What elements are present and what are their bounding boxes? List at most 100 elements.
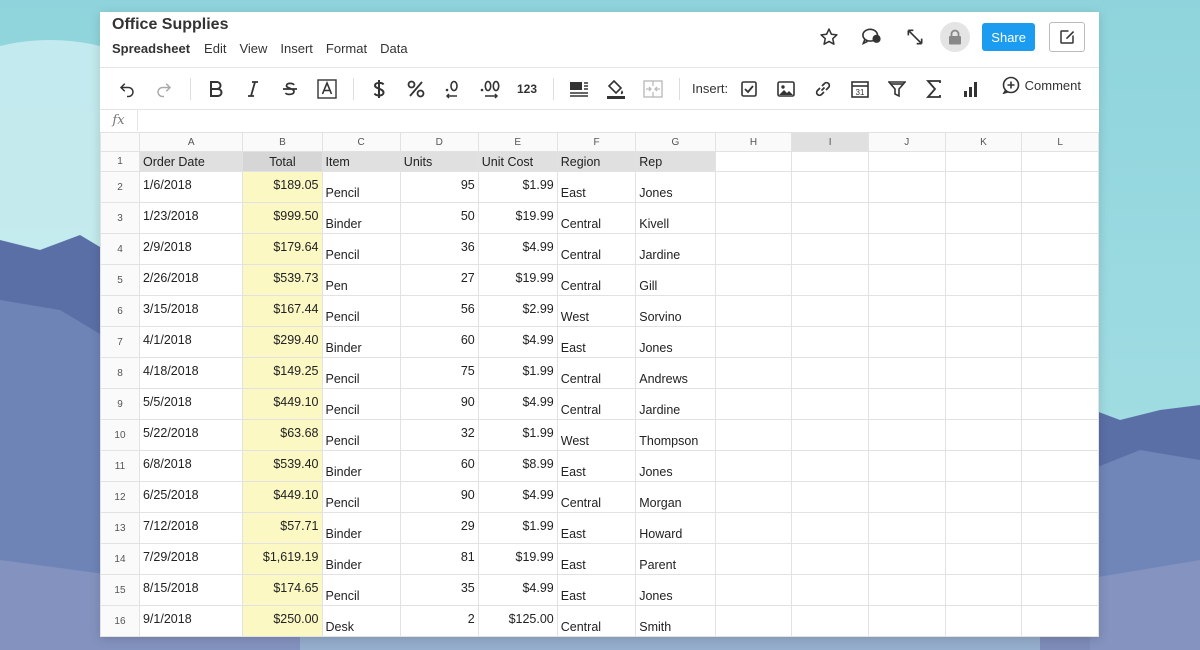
cell[interactable]: Pencil xyxy=(321,388,401,420)
column-header-i[interactable]: I xyxy=(791,132,869,152)
empty-cell[interactable] xyxy=(791,264,869,296)
empty-cell[interactable] xyxy=(944,357,1023,389)
empty-cell[interactable] xyxy=(791,450,869,482)
cell[interactable]: $57.71 xyxy=(242,512,323,544)
empty-cell[interactable] xyxy=(1021,357,1099,389)
cell[interactable]: 5/5/2018 xyxy=(138,388,244,420)
cell[interactable]: 1/23/2018 xyxy=(138,202,244,234)
empty-cell[interactable] xyxy=(714,388,793,420)
empty-cell[interactable] xyxy=(791,388,869,420)
cell[interactable]: West xyxy=(556,295,637,327)
cell[interactable]: Central xyxy=(556,357,637,389)
empty-cell[interactable] xyxy=(944,264,1023,296)
cell[interactable]: 2/9/2018 xyxy=(138,233,244,265)
cell[interactable]: Jones xyxy=(635,450,716,482)
comment-button[interactable]: Comment xyxy=(1002,76,1081,94)
italic-icon[interactable] xyxy=(240,76,266,102)
empty-cell[interactable] xyxy=(867,295,946,327)
checkbox-icon[interactable] xyxy=(736,76,762,102)
cell[interactable]: Central xyxy=(556,233,637,265)
row-number[interactable]: 13 xyxy=(100,512,140,544)
empty-cell[interactable] xyxy=(1021,171,1099,203)
empty-cell[interactable] xyxy=(944,233,1023,265)
cell[interactable]: Pen xyxy=(321,264,401,296)
empty-cell[interactable] xyxy=(714,295,793,327)
chat-icon[interactable] xyxy=(859,24,885,50)
empty-cell[interactable] xyxy=(867,512,946,544)
cell[interactable]: 9/1/2018 xyxy=(138,605,244,637)
cell[interactable]: East xyxy=(556,450,637,482)
cell[interactable]: 7/12/2018 xyxy=(138,512,244,544)
cell[interactable]: $4.99 xyxy=(477,574,558,606)
empty-cell[interactable] xyxy=(867,264,946,296)
cell[interactable]: East xyxy=(556,543,637,575)
row-number[interactable]: 15 xyxy=(100,574,140,606)
cell[interactable]: Pencil xyxy=(321,481,401,513)
menu-spreadsheet[interactable]: Spreadsheet xyxy=(112,41,190,56)
cell[interactable]: Binder xyxy=(321,450,401,482)
cell[interactable]: Smith xyxy=(635,605,716,637)
empty-cell[interactable] xyxy=(944,419,1023,451)
empty-cell[interactable] xyxy=(714,233,793,265)
cell[interactable]: $4.99 xyxy=(477,481,558,513)
empty-cell[interactable] xyxy=(867,388,946,420)
cell[interactable]: 60 xyxy=(399,326,479,358)
cell[interactable]: $999.50 xyxy=(242,202,323,234)
column-header-k[interactable]: K xyxy=(944,132,1023,152)
cell[interactable]: Howard xyxy=(635,512,716,544)
cell[interactable]: $1.99 xyxy=(477,171,558,203)
cell[interactable]: Pencil xyxy=(321,419,401,451)
cell[interactable]: Central xyxy=(556,264,637,296)
row-number[interactable]: 10 xyxy=(100,419,140,451)
empty-cell[interactable] xyxy=(944,574,1023,606)
empty-cell[interactable] xyxy=(1021,450,1099,482)
cell[interactable]: $4.99 xyxy=(477,233,558,265)
cell[interactable]: Pencil xyxy=(321,171,401,203)
currency-icon[interactable] xyxy=(366,76,392,102)
cell[interactable]: Central xyxy=(556,605,637,637)
empty-cell[interactable] xyxy=(714,202,793,234)
cell[interactable]: East xyxy=(556,574,637,606)
menu-edit[interactable]: Edit xyxy=(204,41,226,56)
column-header-b[interactable]: B xyxy=(242,132,323,152)
empty-cell[interactable] xyxy=(1021,264,1099,296)
increase-decimal-icon[interactable] xyxy=(477,76,503,102)
empty-cell[interactable] xyxy=(944,326,1023,358)
row-number[interactable]: 9 xyxy=(100,388,140,420)
cell[interactable]: Morgan xyxy=(635,481,716,513)
cell[interactable]: $1.99 xyxy=(477,512,558,544)
decrease-decimal-icon[interactable] xyxy=(440,76,466,102)
cell[interactable]: $8.99 xyxy=(477,450,558,482)
corner-cell[interactable] xyxy=(100,132,140,152)
empty-cell[interactable] xyxy=(791,543,869,575)
cell[interactable]: 6/8/2018 xyxy=(138,450,244,482)
empty-cell[interactable] xyxy=(1021,481,1099,513)
edit-button[interactable] xyxy=(1049,22,1085,52)
percent-icon[interactable] xyxy=(403,76,429,102)
cell[interactable]: 2 xyxy=(399,605,479,637)
empty-cell[interactable] xyxy=(714,357,793,389)
cell[interactable]: Gill xyxy=(635,264,716,296)
cell[interactable]: Binder xyxy=(321,543,401,575)
empty-cell[interactable] xyxy=(1021,151,1099,172)
cell[interactable]: 90 xyxy=(399,481,479,513)
cell[interactable]: East xyxy=(556,171,637,203)
cell[interactable]: West xyxy=(556,419,637,451)
cell[interactable]: 8/15/2018 xyxy=(138,574,244,606)
empty-cell[interactable] xyxy=(1021,326,1099,358)
column-header-h[interactable]: H xyxy=(714,132,793,152)
empty-cell[interactable] xyxy=(1021,202,1099,234)
empty-cell[interactable] xyxy=(944,481,1023,513)
row-number[interactable]: 6 xyxy=(100,295,140,327)
empty-cell[interactable] xyxy=(791,605,869,637)
cell[interactable]: $299.40 xyxy=(242,326,323,358)
share-button[interactable]: Share xyxy=(982,23,1035,51)
row-number[interactable]: 3 xyxy=(100,202,140,234)
column-header-j[interactable]: J xyxy=(867,132,946,152)
empty-cell[interactable] xyxy=(1021,543,1099,575)
cell[interactable]: 35 xyxy=(399,574,479,606)
empty-cell[interactable] xyxy=(1021,512,1099,544)
cell[interactable]: 4/18/2018 xyxy=(138,357,244,389)
cell[interactable]: Jardine xyxy=(635,233,716,265)
cell[interactable]: $539.73 xyxy=(242,264,323,296)
